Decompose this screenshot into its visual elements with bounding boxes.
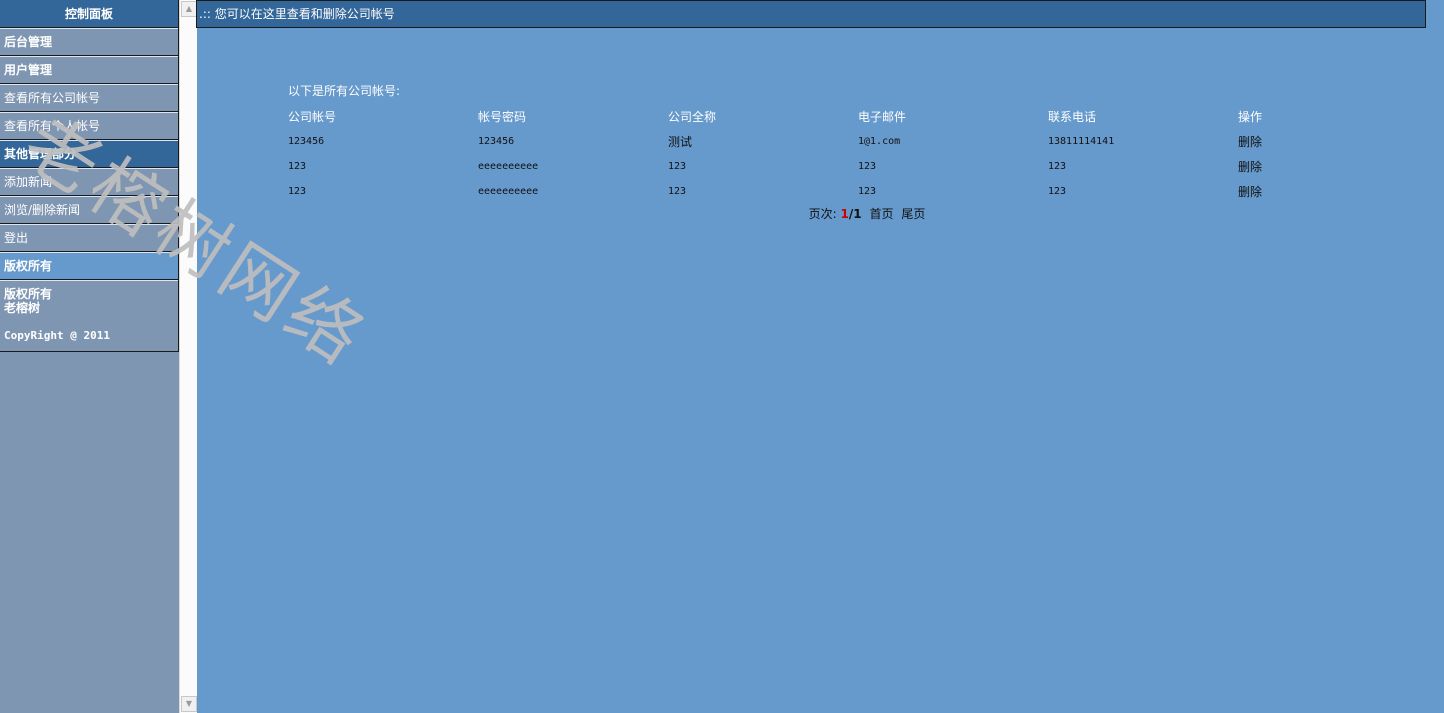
- cell-company-name: 123: [668, 161, 687, 172]
- sidebar-item-personal-accounts[interactable]: 查看所有个人帐号: [0, 112, 178, 140]
- cell-email: 123: [858, 186, 877, 197]
- sidebar-section-backend: 后台管理: [0, 28, 178, 56]
- sidebar-section-copyright: 版权所有: [0, 252, 178, 280]
- column-header-password: 帐号密码: [478, 110, 527, 124]
- cell-password: eeeeeeeeee: [478, 161, 539, 172]
- company-accounts-table: 公司帐号 帐号密码 公司全称 电子邮件 联系电话 操作 123456 12345…: [286, 104, 1426, 204]
- scroll-down-icon[interactable]: ▼: [181, 696, 197, 712]
- cell-phone: 123: [1048, 186, 1067, 197]
- footer-line-2: 老榕树: [4, 301, 41, 315]
- pagination: 页次: 1/1 首页 尾页: [196, 205, 1444, 222]
- sidebar-section-other: 其他管理部分: [0, 140, 178, 168]
- main-panel: .:: 您可以在这里查看和删除公司帐号 以下是所有公司帐号: 公司帐号 帐号密码…: [196, 0, 1444, 713]
- scroll-up-icon[interactable]: ▲: [181, 1, 197, 17]
- column-header-company-name: 公司全称: [668, 110, 717, 124]
- pager-last-link[interactable]: 尾页: [901, 207, 925, 221]
- sidebar-scrollbar[interactable]: ▲ ▼: [179, 0, 197, 713]
- pager-first-link[interactable]: 首页: [869, 207, 893, 221]
- table-row: 123456 123456 测试 1@1.com 13811114141 删除: [286, 129, 1426, 154]
- page-header: .:: 您可以在这里查看和删除公司帐号: [196, 0, 1426, 28]
- delete-link[interactable]: 删除: [1236, 179, 1426, 204]
- cell-phone: 13811114141: [1048, 136, 1115, 147]
- cell-phone: 123: [1048, 161, 1067, 172]
- cell-email: 1@1.com: [858, 136, 901, 147]
- table-row: 123 eeeeeeeeee 123 123 123 删除: [286, 154, 1426, 179]
- cell-email: 123: [858, 161, 877, 172]
- column-header-account: 公司帐号: [288, 110, 337, 124]
- sidebar-item-browse-delete-news[interactable]: 浏览/删除新闻: [0, 196, 178, 224]
- intro-text: 以下是所有公司帐号:: [288, 84, 401, 98]
- cell-password: 123456: [478, 136, 515, 147]
- pager-label: 页次:: [808, 207, 837, 221]
- sidebar-footer: 版权所有 老榕树 CopyRight @ 2011: [0, 280, 178, 352]
- column-header-phone: 联系电话: [1048, 110, 1097, 124]
- sidebar-item-add-news[interactable]: 添加新闻: [0, 168, 178, 196]
- delete-link[interactable]: 删除: [1236, 154, 1426, 179]
- cell-company-name: 测试: [668, 135, 693, 149]
- cell-company-name: 123: [668, 186, 687, 197]
- sidebar-item-logout[interactable]: 登出: [0, 224, 178, 252]
- cell-password: eeeeeeeeee: [478, 186, 539, 197]
- sidebar-section-users: 用户管理: [0, 56, 178, 84]
- sidebar-item-company-accounts[interactable]: 查看所有公司帐号: [0, 84, 178, 112]
- pager-total-pages: /1: [848, 207, 862, 221]
- delete-link[interactable]: 删除: [1236, 129, 1426, 154]
- pager-current-page: 1: [840, 207, 849, 221]
- table-header-row: 公司帐号 帐号密码 公司全称 电子邮件 联系电话 操作: [286, 104, 1426, 129]
- footer-line-1: 版权所有: [4, 287, 53, 301]
- sidebar: 控制面板 后台管理 用户管理 查看所有公司帐号 查看所有个人帐号 其他管理部分 …: [0, 0, 179, 713]
- sidebar-title: 控制面板: [0, 0, 178, 28]
- footer-copyright: CopyRight @ 2011: [4, 329, 110, 342]
- cell-account: 123: [288, 161, 307, 172]
- column-header-email: 电子邮件: [858, 110, 907, 124]
- table-row: 123 eeeeeeeeee 123 123 123 删除: [286, 179, 1426, 204]
- cell-account: 123456: [288, 136, 325, 147]
- cell-account: 123: [288, 186, 307, 197]
- column-header-action: 操作: [1238, 110, 1263, 124]
